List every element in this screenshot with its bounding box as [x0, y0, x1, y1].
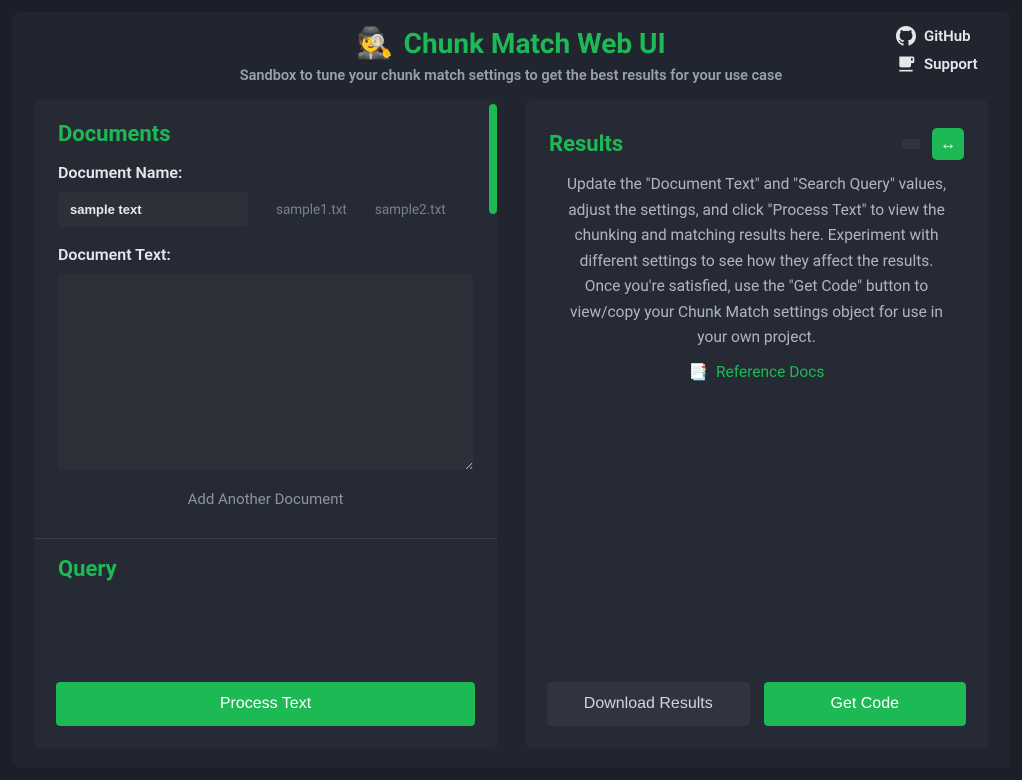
header-center: 🕵️ Chunk Match Web UI Sandbox to tune yo…	[126, 26, 896, 84]
results-header-actions: ↔	[902, 128, 964, 160]
header: 🕵️ Chunk Match Web UI Sandbox to tune yo…	[34, 26, 988, 84]
get-code-button[interactable]: Get Code	[764, 682, 967, 726]
right-panel-footer: Download Results Get Code	[525, 668, 988, 748]
results-toolbar-icon[interactable]	[902, 139, 920, 149]
sample-file-2[interactable]: sample2.txt	[375, 202, 446, 218]
app-subtitle: Sandbox to tune your chunk match setting…	[126, 67, 896, 84]
body-columns: Documents Document Name: sample1.txt sam…	[34, 100, 988, 748]
sample-file-1[interactable]: sample1.txt	[276, 202, 347, 218]
github-link[interactable]: GitHub	[896, 26, 971, 46]
results-placeholder-message: Update the "Document Text" and "Search Q…	[561, 172, 952, 351]
document-name-label: Document Name:	[58, 163, 473, 182]
document-name-input[interactable]	[58, 192, 248, 227]
right-panel: Results ↔ Update the "Document Text" and…	[525, 100, 988, 748]
process-text-button[interactable]: Process Text	[56, 682, 475, 726]
results-title: Results	[549, 132, 623, 157]
document-name-row: sample1.txt sample2.txt	[58, 192, 473, 227]
github-icon	[896, 26, 916, 46]
expand-results-button[interactable]: ↔	[932, 128, 964, 160]
github-label: GitHub	[924, 27, 971, 45]
right-panel-scroll: Results ↔ Update the "Document Text" and…	[525, 100, 988, 668]
scrollbar-thumb[interactable]	[489, 104, 497, 214]
download-results-button[interactable]: Download Results	[547, 682, 750, 726]
document-text-label: Document Text:	[58, 245, 473, 264]
reference-docs-label: Reference Docs	[716, 363, 824, 381]
add-another-document[interactable]: Add Another Document	[58, 490, 473, 508]
expand-icon: ↔	[940, 134, 956, 154]
left-panel: Documents Document Name: sample1.txt sam…	[34, 100, 497, 748]
results-body: Update the "Document Text" and "Search Q…	[549, 172, 964, 441]
section-divider	[34, 538, 497, 539]
support-link[interactable]: Support	[896, 54, 978, 74]
reference-docs-link[interactable]: 📑 Reference Docs	[689, 363, 825, 381]
left-panel-scroll[interactable]: Documents Document Name: sample1.txt sam…	[34, 100, 497, 668]
query-title: Query	[58, 557, 473, 582]
support-label: Support	[924, 55, 978, 73]
docs-icon: 📑	[689, 363, 708, 381]
left-panel-footer: Process Text	[34, 668, 497, 748]
app-title: Chunk Match Web UI	[404, 27, 666, 60]
detective-icon: 🕵️	[356, 26, 393, 61]
documents-title: Documents	[58, 122, 473, 147]
app-shell: 🕵️ Chunk Match Web UI Sandbox to tune yo…	[12, 12, 1010, 768]
header-title-row: 🕵️ Chunk Match Web UI	[356, 26, 665, 61]
results-header: Results ↔	[549, 128, 964, 160]
document-text-input[interactable]	[58, 274, 473, 470]
coffee-icon	[896, 54, 916, 74]
header-links: GitHub Support	[896, 26, 988, 74]
